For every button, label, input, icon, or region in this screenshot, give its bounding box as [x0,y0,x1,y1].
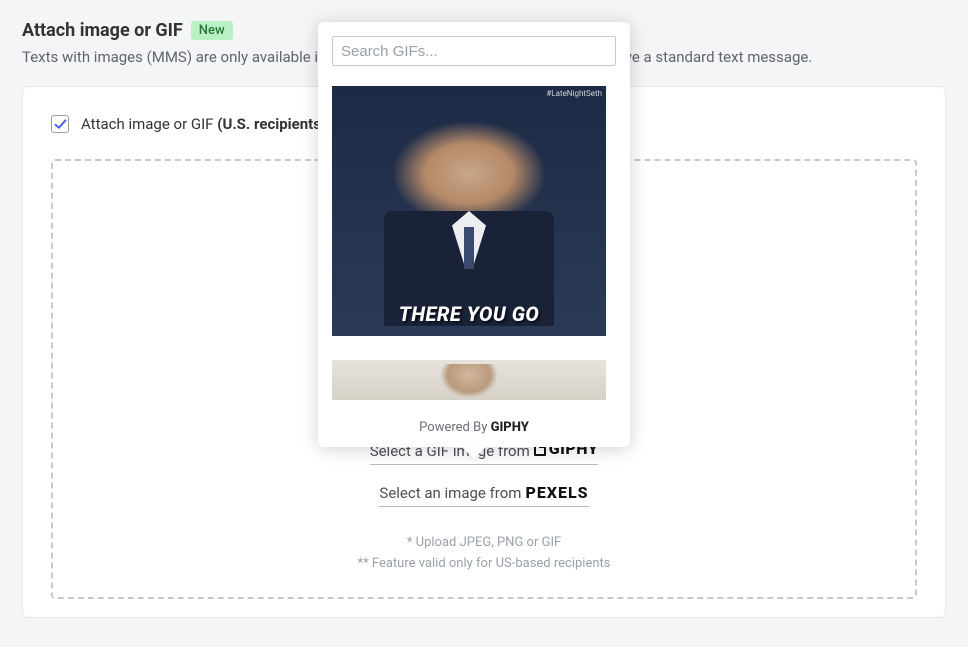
gif-watermark: #LateNightSeth [546,89,602,98]
new-badge: New [191,21,233,40]
attach-checkbox[interactable] [51,115,69,133]
gif-result-item[interactable] [332,360,606,400]
footnote-region: ** Feature valid only for US-based recip… [357,556,610,571]
giphy-popover: #LateNightSeth THERE YOU GO Powered By G… [318,22,630,447]
powered-prefix: Powered By [419,420,490,435]
powered-brand: GIPHY [491,420,529,435]
checkmark-icon [54,118,67,131]
section-title: Attach image or GIF [22,20,183,41]
select-pexels-link[interactable]: Select an image from PEXELS [379,483,588,507]
attach-checkbox-label: Attach image or GIF (U.S. recipients onl… [81,115,358,133]
gif-result-item[interactable]: #LateNightSeth THERE YOU GO [332,86,606,336]
gif-results-scroll[interactable]: #LateNightSeth THERE YOU GO [332,86,616,406]
pexels-link-text: Select an image from [379,484,521,502]
gif-caption: THERE YOU GO [332,302,606,326]
gif-search-input[interactable] [332,36,616,66]
checkbox-label-prefix: Attach image or GIF [81,115,217,133]
pexels-brand-text: PEXELS [525,483,588,502]
footnote-formats: * Upload JPEG, PNG or GIF [407,535,561,550]
powered-by-label: Powered By GIPHY [332,420,616,435]
